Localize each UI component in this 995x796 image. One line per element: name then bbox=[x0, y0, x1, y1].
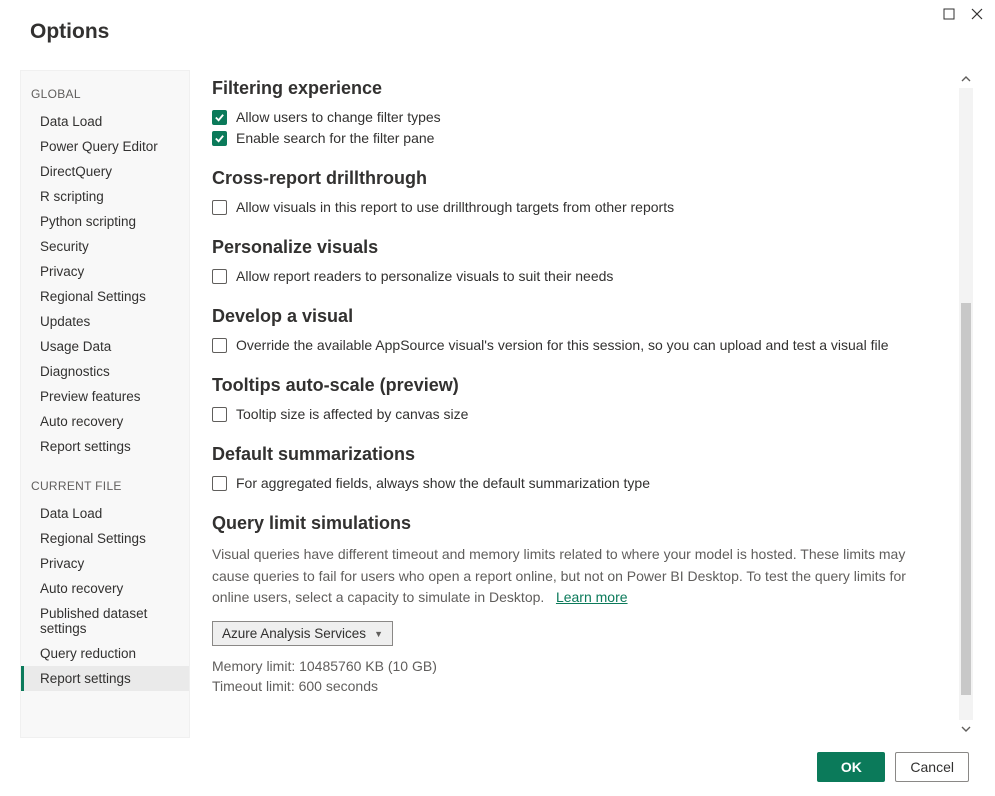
sidebar-item-report-settings-current[interactable]: Report settings bbox=[21, 666, 189, 691]
checkbox-override-appsource-visual[interactable] bbox=[212, 338, 227, 353]
sidebar-item-diagnostics[interactable]: Diagnostics bbox=[21, 359, 189, 384]
label-allow-personalize-visuals: Allow report readers to personalize visu… bbox=[236, 268, 613, 284]
sidebar-item-regional-settings-current[interactable]: Regional Settings bbox=[21, 526, 189, 551]
sidebar-item-directquery[interactable]: DirectQuery bbox=[21, 159, 189, 184]
heading-cross-report-drillthrough: Cross-report drillthrough bbox=[212, 168, 937, 189]
ok-button[interactable]: OK bbox=[817, 752, 885, 782]
sidebar-item-regional-settings-global[interactable]: Regional Settings bbox=[21, 284, 189, 309]
checkbox-default-summarization[interactable] bbox=[212, 476, 227, 491]
sidebar-item-python-scripting[interactable]: Python scripting bbox=[21, 209, 189, 234]
cancel-button[interactable]: Cancel bbox=[895, 752, 969, 782]
scroll-down-arrow[interactable] bbox=[957, 720, 975, 738]
sidebar-item-report-settings-global[interactable]: Report settings bbox=[21, 434, 189, 459]
dialog-title: Options bbox=[30, 20, 109, 44]
label-allow-change-filter-types: Allow users to change filter types bbox=[236, 109, 441, 125]
checkbox-allow-personalize-visuals[interactable] bbox=[212, 269, 227, 284]
sidebar-header-global: GLOBAL bbox=[21, 85, 189, 109]
heading-query-limit-simulations: Query limit simulations bbox=[212, 513, 937, 534]
capacity-dropdown[interactable]: Azure Analysis Services ▼ bbox=[212, 621, 393, 646]
label-tooltip-canvas-size: Tooltip size is affected by canvas size bbox=[236, 406, 468, 422]
heading-develop-visual: Develop a visual bbox=[212, 306, 937, 327]
heading-tooltips-auto-scale: Tooltips auto-scale (preview) bbox=[212, 375, 937, 396]
sidebar-item-r-scripting[interactable]: R scripting bbox=[21, 184, 189, 209]
sidebar-item-published-dataset-settings[interactable]: Published dataset settings bbox=[21, 601, 189, 641]
heading-personalize-visuals: Personalize visuals bbox=[212, 237, 937, 258]
sidebar-item-auto-recovery-global[interactable]: Auto recovery bbox=[21, 409, 189, 434]
checkbox-allow-change-filter-types[interactable] bbox=[212, 110, 227, 125]
learn-more-link[interactable]: Learn more bbox=[556, 589, 628, 605]
capacity-dropdown-value: Azure Analysis Services bbox=[222, 626, 366, 641]
close-button[interactable] bbox=[969, 6, 985, 22]
label-enable-search-filter-pane: Enable search for the filter pane bbox=[236, 130, 434, 146]
checkbox-tooltip-canvas-size[interactable] bbox=[212, 407, 227, 422]
scroll-up-arrow[interactable] bbox=[957, 70, 975, 88]
sidebar-item-data-load-current[interactable]: Data Load bbox=[21, 501, 189, 526]
sidebar-item-preview-features[interactable]: Preview features bbox=[21, 384, 189, 409]
label-default-summarization: For aggregated fields, always show the d… bbox=[236, 475, 650, 491]
scroll-thumb[interactable] bbox=[961, 303, 971, 695]
sidebar-item-privacy-global[interactable]: Privacy bbox=[21, 259, 189, 284]
checkbox-allow-drillthrough-targets[interactable] bbox=[212, 200, 227, 215]
vertical-scrollbar[interactable] bbox=[957, 70, 975, 738]
memory-limit-text: Memory limit: 10485760 KB (10 GB) bbox=[212, 658, 937, 674]
query-limit-description: Visual queries have different timeout an… bbox=[212, 544, 937, 609]
sidebar-item-privacy-current[interactable]: Privacy bbox=[21, 551, 189, 576]
sidebar-item-usage-data[interactable]: Usage Data bbox=[21, 334, 189, 359]
label-override-appsource-visual: Override the available AppSource visual'… bbox=[236, 337, 888, 353]
label-allow-drillthrough-targets: Allow visuals in this report to use dril… bbox=[236, 199, 674, 215]
sidebar-item-auto-recovery-current[interactable]: Auto recovery bbox=[21, 576, 189, 601]
maximize-button[interactable] bbox=[941, 6, 957, 22]
checkbox-enable-search-filter-pane[interactable] bbox=[212, 131, 227, 146]
scroll-track[interactable] bbox=[959, 88, 973, 720]
timeout-limit-text: Timeout limit: 600 seconds bbox=[212, 678, 937, 694]
sidebar-item-updates[interactable]: Updates bbox=[21, 309, 189, 334]
chevron-down-icon: ▼ bbox=[374, 629, 383, 639]
sidebar-item-query-reduction[interactable]: Query reduction bbox=[21, 641, 189, 666]
sidebar-item-data-load-global[interactable]: Data Load bbox=[21, 109, 189, 134]
heading-filtering-experience: Filtering experience bbox=[212, 78, 937, 99]
sidebar: GLOBAL Data Load Power Query Editor Dire… bbox=[20, 70, 190, 738]
heading-default-summarizations: Default summarizations bbox=[212, 444, 937, 465]
sidebar-item-security[interactable]: Security bbox=[21, 234, 189, 259]
sidebar-header-current-file: CURRENT FILE bbox=[21, 477, 189, 501]
sidebar-item-power-query-editor[interactable]: Power Query Editor bbox=[21, 134, 189, 159]
content-pane: Filtering experience Allow users to chan… bbox=[190, 70, 957, 738]
